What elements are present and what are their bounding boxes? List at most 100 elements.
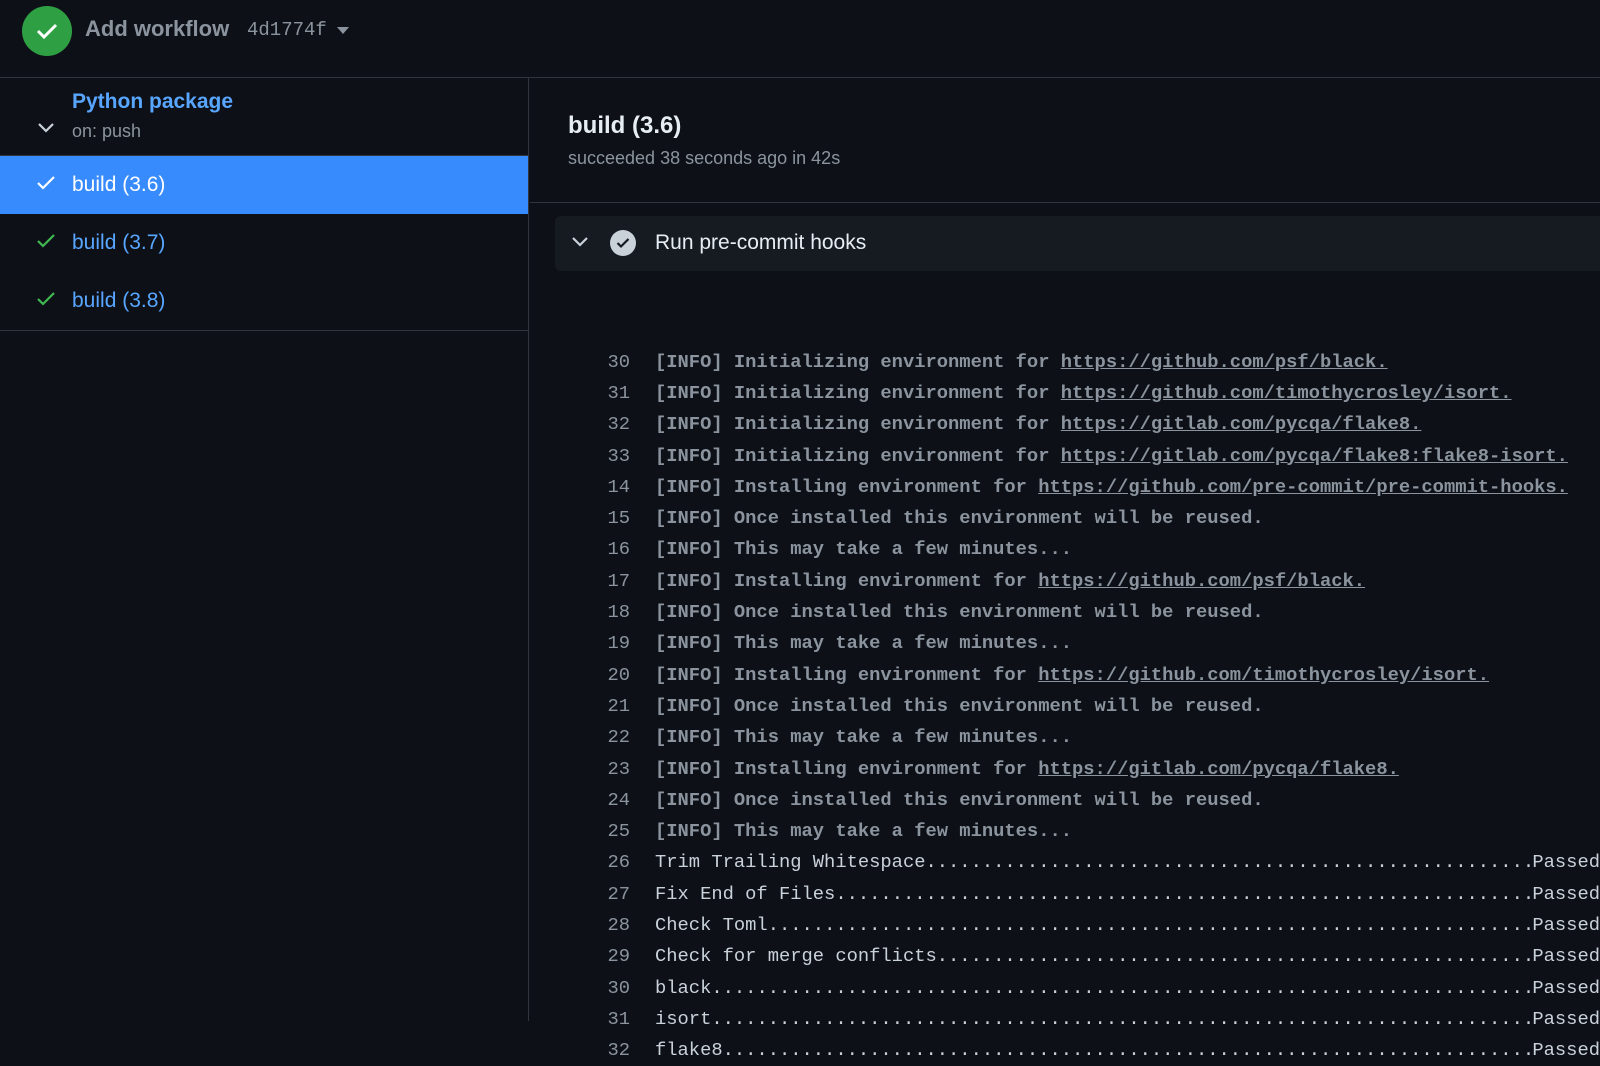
log-text: [INFO] Initializing environment for [655, 444, 1061, 467]
check-icon [37, 292, 55, 306]
job-title: build (3.6) [568, 112, 682, 139]
log-line: 28 Check Toml Passed [530, 909, 1600, 940]
log-link[interactable]: https://github.com/psf/black. [1038, 570, 1365, 592]
log-result: Passed [1532, 851, 1600, 874]
job-status: succeeded 38 seconds ago in 42s [568, 148, 841, 168]
dot-leader [768, 914, 1533, 936]
log-link[interactable]: https://gitlab.com/pycqa/flake8:flake8-i… [1061, 445, 1568, 467]
log-line: 33 [INFO] Initializing environment for ht… [530, 440, 1600, 471]
log-text: [INFO] This may take a few minutes... [655, 538, 1073, 561]
line-number[interactable]: 21 [530, 695, 630, 717]
log-text: [INFO] This may take a few minutes... [655, 820, 1073, 843]
log-line: 16 [INFO] This may take a few minutes... [530, 534, 1600, 565]
log-text: [INFO] Installing environment for [655, 569, 1039, 592]
line-number[interactable]: 17 [530, 570, 630, 592]
dot-leader [835, 883, 1532, 905]
log-line: 17 [INFO] Installing environment for http… [530, 565, 1600, 596]
line-number[interactable]: 15 [530, 507, 630, 529]
log-text: [INFO] Initializing environment for [655, 381, 1061, 404]
log-text: Check for merge conflicts [655, 945, 937, 968]
check-icon [37, 176, 55, 190]
dot-leader [711, 1008, 1532, 1030]
log-text: isort [655, 1007, 712, 1030]
workflow-trigger: on: push [72, 121, 142, 141]
line-number[interactable]: 25 [530, 820, 630, 842]
caret-down-icon[interactable] [337, 27, 349, 34]
line-number[interactable]: 32 [530, 1039, 630, 1061]
log-line: 24 [INFO] Once installed this environment… [530, 784, 1600, 815]
log-text: Check Toml [655, 913, 768, 936]
line-number[interactable]: 29 [530, 945, 630, 967]
log-text: [INFO] Initializing environment for [655, 350, 1061, 373]
job-item-build-3.6[interactable]: build (3.6) [0, 156, 528, 214]
line-number[interactable]: 32 [530, 413, 630, 435]
log-line: 14 [INFO] Installing environment for http… [530, 471, 1600, 502]
line-number[interactable]: 22 [530, 726, 630, 748]
log-result: Passed [1532, 1007, 1600, 1030]
log-line: 31 [INFO] Initializing environment for ht… [530, 377, 1600, 408]
line-number[interactable]: 14 [530, 476, 630, 498]
log-line: 29 Check for merge conflicts Passed [530, 941, 1600, 972]
log-output: 30 [INFO] Initializing environment for ht… [530, 346, 1600, 1066]
log-text: [INFO] Once installed this environment w… [655, 694, 1264, 717]
log-link[interactable]: https://github.com/pre-commit/pre-commit… [1038, 476, 1568, 498]
chevron-down-icon[interactable] [571, 236, 589, 248]
success-status-icon [22, 6, 72, 56]
dot-leader [711, 977, 1532, 999]
line-number[interactable]: 31 [530, 382, 630, 404]
log-line: 30 black Passed [530, 972, 1600, 1003]
commit-sha[interactable]: 4d1774f [247, 19, 327, 41]
line-number[interactable]: 33 [530, 445, 630, 467]
step-name: Run pre-commit hooks [655, 231, 867, 254]
log-link[interactable]: https://github.com/timothycrosley/isort. [1038, 664, 1489, 686]
step-header[interactable]: Run pre-commit hooks [555, 216, 1600, 271]
job-item-build-3.7[interactable]: build (3.7) [0, 214, 528, 272]
log-text: Fix End of Files [655, 882, 836, 905]
log-result: Passed [1532, 913, 1600, 936]
log-result: Passed [1532, 945, 1600, 968]
log-text: [INFO] Installing environment for [655, 757, 1039, 780]
line-number[interactable]: 23 [530, 758, 630, 780]
workflow-name-link[interactable]: Python package [72, 90, 233, 114]
log-line: 19 [INFO] This may take a few minutes... [530, 628, 1600, 659]
line-number[interactable]: 16 [530, 538, 630, 560]
log-line: 30 [INFO] Initializing environment for ht… [530, 346, 1600, 377]
check-icon [37, 234, 55, 248]
line-number[interactable]: 30 [530, 351, 630, 373]
log-line: 21 [INFO] Once installed this environment… [530, 690, 1600, 721]
line-number[interactable]: 20 [530, 664, 630, 686]
log-line: 26 Trim Trailing Whitespace Passed [530, 847, 1600, 878]
line-number[interactable]: 30 [530, 977, 630, 999]
log-link[interactable]: https://github.com/psf/black. [1061, 351, 1388, 373]
line-number[interactable]: 31 [530, 1008, 630, 1030]
line-number[interactable]: 27 [530, 883, 630, 905]
log-link[interactable]: https://gitlab.com/pycqa/flake8. [1061, 413, 1422, 435]
log-line: 31 isort Passed [530, 1003, 1600, 1034]
log-line: 27 Fix End of Files Passed [530, 878, 1600, 909]
line-number[interactable]: 26 [530, 851, 630, 873]
log-line: 20 [INFO] Installing environment for http… [530, 659, 1600, 690]
log-line: 18 [INFO] Once installed this environment… [530, 596, 1600, 627]
log-link[interactable]: https://gitlab.com/pycqa/flake8. [1038, 758, 1399, 780]
job-item-build-3.8[interactable]: build (3.8) [0, 272, 528, 330]
log-link[interactable]: https://github.com/timothycrosley/isort. [1061, 382, 1512, 404]
dot-leader [937, 945, 1533, 967]
chevron-down-icon[interactable] [37, 122, 55, 134]
log-result: Passed [1532, 1039, 1600, 1062]
line-number[interactable]: 24 [530, 789, 630, 811]
log-line: 32 [INFO] Initializing environment for ht… [530, 409, 1600, 440]
log-text: [INFO] Initializing environment for [655, 413, 1061, 436]
line-number[interactable]: 18 [530, 601, 630, 623]
log-line: 32 flake8 Passed [530, 1035, 1600, 1066]
log-text: [INFO] Once installed this environment w… [655, 788, 1264, 811]
line-number[interactable]: 28 [530, 914, 630, 936]
log-result: Passed [1532, 976, 1600, 999]
log-text: [INFO] Once installed this environment w… [655, 507, 1264, 530]
run-title: Add workflow [85, 16, 230, 41]
job-header: build (3.6) succeeded 38 seconds ago in … [530, 78, 1600, 203]
line-number[interactable]: 19 [530, 632, 630, 654]
log-line: 23 [INFO] Installing environment for http… [530, 753, 1600, 784]
job-label: build (3.8) [72, 289, 166, 312]
job-label: build (3.6) [72, 173, 166, 196]
check-circle-icon [610, 230, 636, 256]
